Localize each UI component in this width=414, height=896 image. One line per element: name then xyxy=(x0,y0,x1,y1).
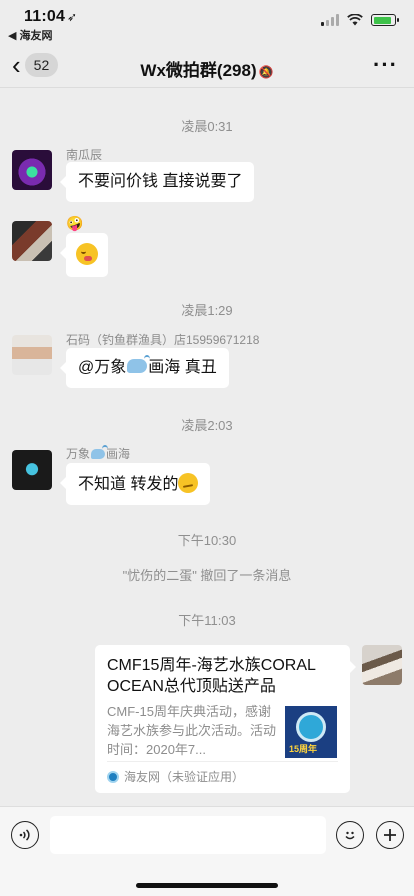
plus-icon xyxy=(384,829,396,841)
smirk-emoji-icon xyxy=(178,473,199,493)
avatar[interactable] xyxy=(12,221,52,261)
sender-name-part: 画海 xyxy=(106,447,131,461)
status-bar: 11:04 ➶ ◀ 海友网 xyxy=(0,0,414,44)
chat-message-list[interactable]: 凌晨0:31 南瓜辰 不要问价钱 直接说要了 🤪 凌晨1:29 石码（钓鱼群渔具… xyxy=(0,89,414,805)
voice-icon xyxy=(19,829,30,841)
timestamp: 凌晨2:03 xyxy=(181,418,233,433)
mention-text: @万象 xyxy=(78,359,127,376)
message-text: 画海 真丑 xyxy=(148,359,217,376)
message-input[interactable] xyxy=(50,816,326,854)
chat-header: ‹ 52 Wx微拍群(298) 🔕 ··· xyxy=(0,44,414,88)
timestamp: 凌晨1:29 xyxy=(181,303,233,318)
message-bubble[interactable]: 不要问价钱 直接说要了 xyxy=(59,162,255,202)
battery-level xyxy=(373,16,391,24)
more-functions-button[interactable] xyxy=(376,821,404,849)
battery-icon xyxy=(371,14,399,26)
clock-text: 11:04 xyxy=(24,8,66,25)
my-avatar[interactable] xyxy=(362,645,402,685)
card-description: CMF-15周年庆典活动，感谢海艺水族参与此次活动。活动时间：2020年7... xyxy=(107,704,277,757)
voice-input-button[interactable] xyxy=(11,821,39,849)
logo-ring-icon xyxy=(296,712,326,742)
link-card-message[interactable]: CMF15周年-海艺水族CORAL OCEAN总代顶贴送产品 CMF-15周年庆… xyxy=(95,645,356,793)
message-input-bar xyxy=(0,806,414,896)
location-arrow-icon: ➶ xyxy=(67,10,78,24)
avatar[interactable] xyxy=(12,335,52,375)
timestamp: 凌晨0:31 xyxy=(181,119,233,134)
source-app-icon xyxy=(107,770,119,783)
smiley-icon xyxy=(345,831,355,840)
sender-name: 万象 画海 xyxy=(66,445,130,462)
message-bubble[interactable]: @万象 画海 真丑 xyxy=(60,348,229,388)
home-indicator[interactable] xyxy=(136,883,278,888)
timestamp: 下午11:03 xyxy=(178,613,236,628)
sender-name: 🤪 xyxy=(66,215,84,231)
cellular-signal-icon xyxy=(321,14,339,26)
emoji-face-icon xyxy=(76,243,98,265)
wifi-icon xyxy=(347,14,363,26)
recall-notice: "忧伤的二蛋" 撤回了一条消息 xyxy=(122,568,292,583)
whale-emoji-icon xyxy=(91,445,109,459)
thumbnail-text: 15周年 xyxy=(289,744,318,754)
status-time: 11:04 ➶ xyxy=(24,8,77,26)
avatar[interactable] xyxy=(12,150,52,190)
timestamp: 下午10:30 xyxy=(177,533,237,548)
message-text: 不要问价钱 直接说要了 xyxy=(78,173,243,190)
avatar[interactable] xyxy=(12,450,52,490)
card-source: 海友网（未验证应用） xyxy=(107,761,338,785)
card-body: CMF-15周年庆典活动，感谢海艺水族参与此次活动。活动时间：2020年7...… xyxy=(107,702,338,759)
mute-bell-icon: 🔕 xyxy=(258,65,274,79)
card-title: CMF15周年-海艺水族CORAL OCEAN总代顶贴送产品 xyxy=(107,657,316,695)
group-name: Wx微拍群(298) xyxy=(140,61,257,80)
emoji-button[interactable] xyxy=(336,821,364,849)
chat-title: Wx微拍群(298) 🔕 xyxy=(0,56,414,81)
sender-name: 南瓜辰 xyxy=(66,148,103,162)
back-to-app-link[interactable]: ◀ 海友网 xyxy=(8,27,53,43)
message-text: 不知道 转发的 xyxy=(78,476,179,493)
source-name: 海友网（未验证应用） xyxy=(124,770,245,784)
sender-name-part: 万象 xyxy=(66,447,91,461)
whale-emoji-icon xyxy=(127,355,151,373)
card-thumbnail: 15周年 xyxy=(285,706,337,758)
more-options-button[interactable]: ··· xyxy=(373,52,398,78)
message-bubble[interactable]: 不知道 转发的 xyxy=(59,463,211,505)
status-indicators xyxy=(321,14,399,26)
sender-name: 石码（钓鱼群渔具）店15959671218 xyxy=(66,333,260,347)
message-bubble[interactable] xyxy=(60,233,108,277)
